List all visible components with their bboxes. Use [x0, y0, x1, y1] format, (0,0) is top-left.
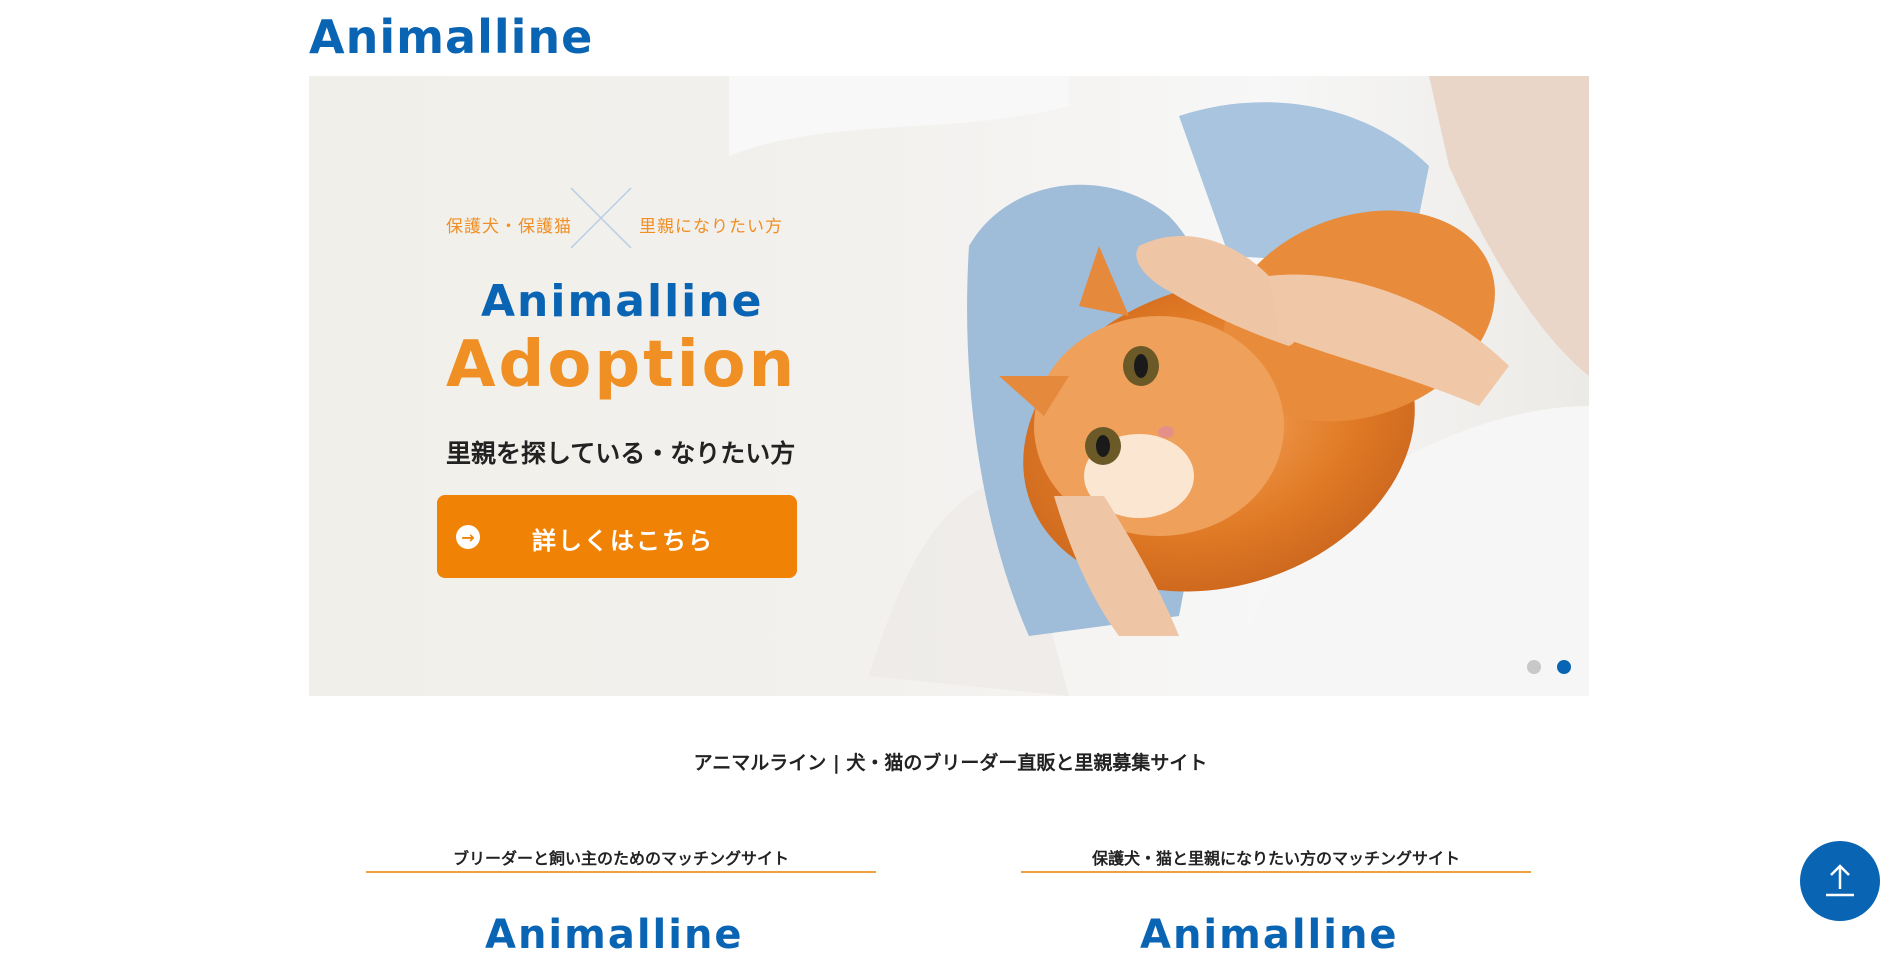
site-tagline: アニマルライン | 犬・猫のブリーダー直販と里親募集サイト [693, 752, 1208, 774]
tag-right: 里親になりたい方 [639, 217, 783, 237]
back-to-top-button[interactable] [1800, 841, 1880, 921]
hero-subtitle: 里親を探している・なりたい方 [446, 439, 796, 468]
slide-dot-2[interactable] [1557, 660, 1571, 674]
hero-brand-adoption: Adoption [446, 328, 798, 402]
hero-tagline: 保護犬・保護猫 里親になりたい方 [446, 187, 806, 249]
arrow-right-circle-icon: → [456, 525, 480, 549]
arrow-up-icon [1826, 864, 1854, 897]
details-button-label: 詳しくはこちら [532, 527, 714, 555]
slide-dot-1[interactable] [1527, 660, 1541, 674]
tag-left: 保護犬・保護猫 [446, 217, 572, 237]
hero-slider: 保護犬・保護猫 里親になりたい方 Animalline Adoption 里親を… [309, 76, 1589, 696]
slider-pagination [1527, 660, 1571, 674]
site-logo[interactable]: Animalline [309, 12, 593, 62]
adoption-site-heading: 保護犬・猫と里親になりたい方のマッチングサイト [1021, 845, 1531, 873]
details-button[interactable]: → 詳しくはこちら [437, 495, 797, 578]
breeder-site-logo[interactable]: Animalline [485, 912, 744, 958]
hero-brand-logo: Animalline [481, 276, 764, 327]
cross-icon [570, 187, 632, 249]
adoption-site-logo[interactable]: Animalline [1140, 912, 1399, 958]
breeder-site-heading: ブリーダーと飼い主のためのマッチングサイト [366, 845, 876, 873]
